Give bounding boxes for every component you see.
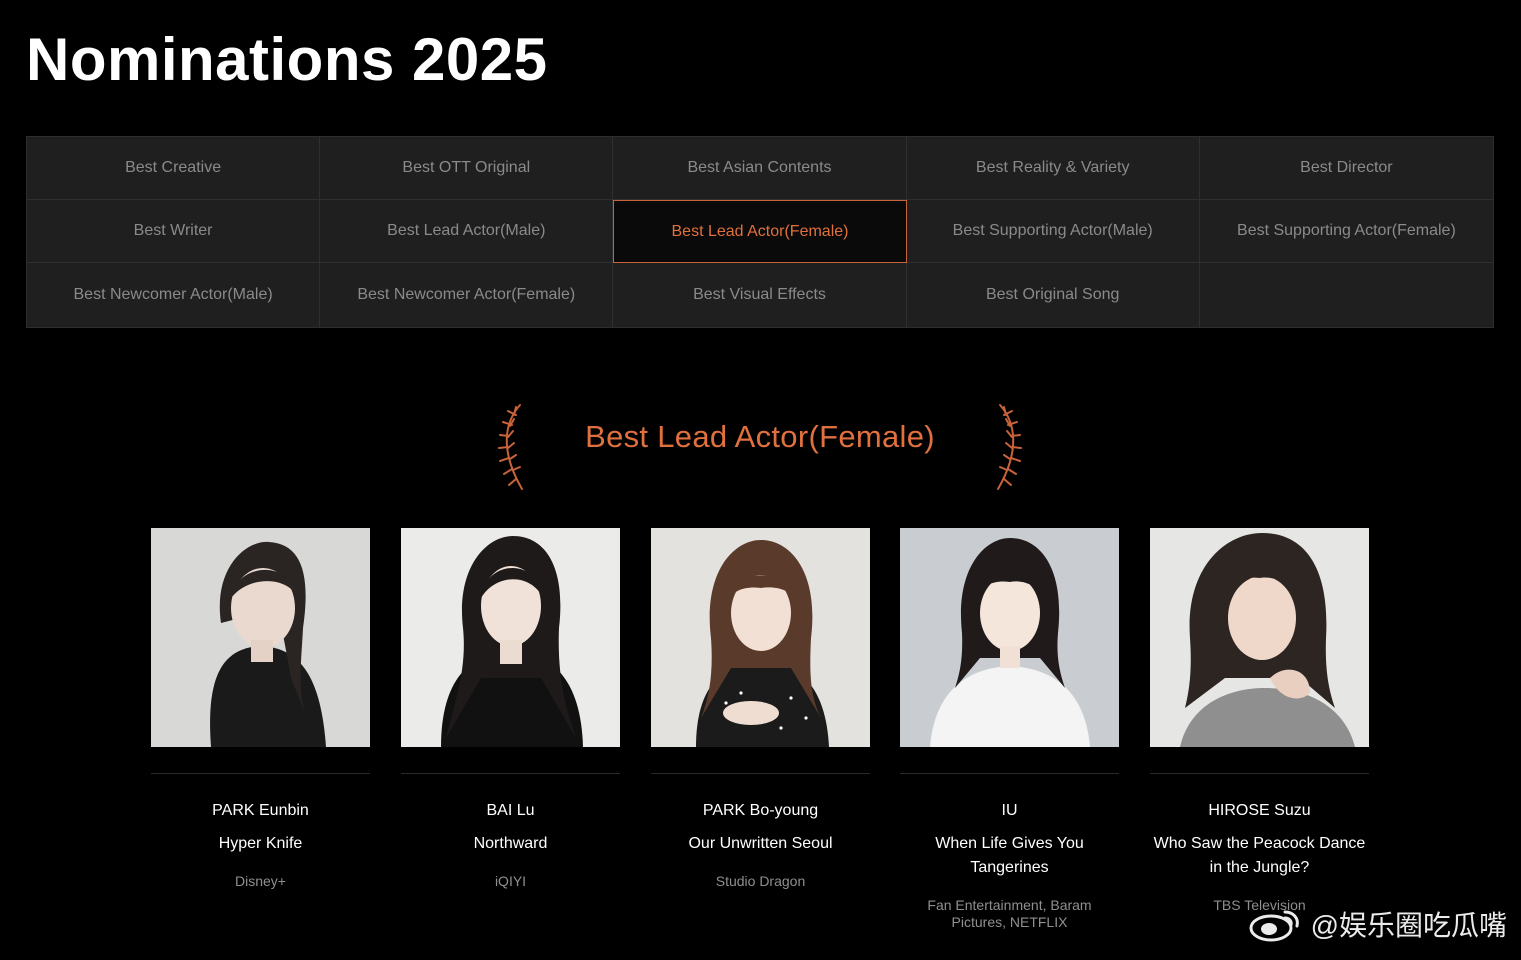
category-tab-best-lead-actor-female[interactable]: Best Lead Actor(Female)	[613, 200, 907, 263]
laurel-right-icon	[997, 404, 1022, 490]
nominee-list: PARK Eunbin Hyper Knife Disney+ BAI Lu N…	[151, 528, 1370, 948]
nominee-photo	[401, 528, 620, 747]
nominee-divider	[151, 773, 370, 774]
nominee-name: PARK Bo-young	[702, 802, 819, 819]
nominee-card[interactable]: BAI Lu Northward iQIYI	[401, 528, 620, 890]
laurel-left-icon	[498, 404, 523, 490]
nominee-work: Our Unwritten Seoul	[688, 835, 833, 852]
category-tab-best-supporting-actor-male[interactable]: Best Supporting Actor(Male)	[906, 200, 1200, 263]
category-tab-best-reality-variety[interactable]: Best Reality & Variety	[906, 137, 1200, 200]
nominee-name: PARK Eunbin	[212, 802, 309, 819]
weibo-icon	[1249, 910, 1299, 942]
category-tab-best-asian-contents[interactable]: Best Asian Contents	[613, 137, 907, 200]
category-tab-best-writer[interactable]: Best Writer	[27, 200, 321, 263]
nominee-divider	[1150, 773, 1369, 774]
nominee-divider	[651, 773, 870, 774]
watermark-text: @娱乐圈吃瓜嘴	[1310, 910, 1507, 941]
nominee-work: When Life Gives You Tangerines	[935, 835, 1084, 876]
nominee-name: BAI Lu	[486, 802, 535, 819]
nominee-photo	[651, 528, 870, 747]
category-tab-best-newcomer-actor-male[interactable]: Best Newcomer Actor(Male)	[27, 263, 321, 327]
nominee-work: Northward	[473, 835, 548, 852]
nominee-divider	[900, 773, 1119, 774]
category-tab-best-lead-actor-male[interactable]: Best Lead Actor(Male)	[320, 200, 614, 263]
category-tab-best-newcomer-actor-female[interactable]: Best Newcomer Actor(Female)	[320, 263, 614, 327]
nominee-card[interactable]: PARK Bo-young Our Unwritten Seoul Studio…	[651, 528, 870, 890]
nominee-work: Who Saw the Peacock Dance in the Jungle?	[1153, 835, 1366, 876]
nominee-photo	[900, 528, 1119, 747]
category-grid: Best Creative Best OTT Original Best Asi…	[26, 136, 1494, 328]
nominee-photo	[1150, 528, 1369, 747]
section-title: Best Lead Actor(Female)	[585, 419, 935, 454]
nominee-studio: Disney+	[235, 873, 286, 889]
category-grid-empty-cell	[1199, 263, 1493, 327]
category-tab-best-supporting-actor-female[interactable]: Best Supporting Actor(Female)	[1199, 200, 1493, 263]
category-tab-best-original-song[interactable]: Best Original Song	[906, 263, 1200, 327]
nominee-studio: Studio Dragon	[715, 873, 806, 889]
nominee-name: IU	[1001, 802, 1018, 819]
category-tab-best-director[interactable]: Best Director	[1199, 137, 1493, 200]
page-title: Nominations 2025	[26, 26, 548, 93]
nominee-card[interactable]: PARK Eunbin Hyper Knife Disney+	[151, 528, 370, 890]
category-tab-best-creative[interactable]: Best Creative	[27, 137, 321, 200]
nominee-studio: Fan Entertainment, Baram Pictures, NETFL…	[927, 897, 1092, 930]
section-heading: Best Lead Actor(Female)	[480, 395, 1040, 495]
nominee-card[interactable]: IU When Life Gives You Tangerines Fan En…	[900, 528, 1119, 931]
watermark: @娱乐圈吃瓜嘴	[1247, 904, 1507, 944]
nominee-work: Hyper Knife	[218, 835, 303, 852]
nominee-divider	[401, 773, 620, 774]
nominee-studio: iQIYI	[494, 873, 527, 889]
nominee-photo	[151, 528, 370, 747]
nominee-card[interactable]: HIROSE Suzu Who Saw the Peacock Dance in…	[1150, 528, 1369, 914]
category-tab-best-visual-effects[interactable]: Best Visual Effects	[613, 263, 907, 327]
category-tab-best-ott-original[interactable]: Best OTT Original	[320, 137, 614, 200]
nominee-name: HIROSE Suzu	[1208, 802, 1311, 819]
